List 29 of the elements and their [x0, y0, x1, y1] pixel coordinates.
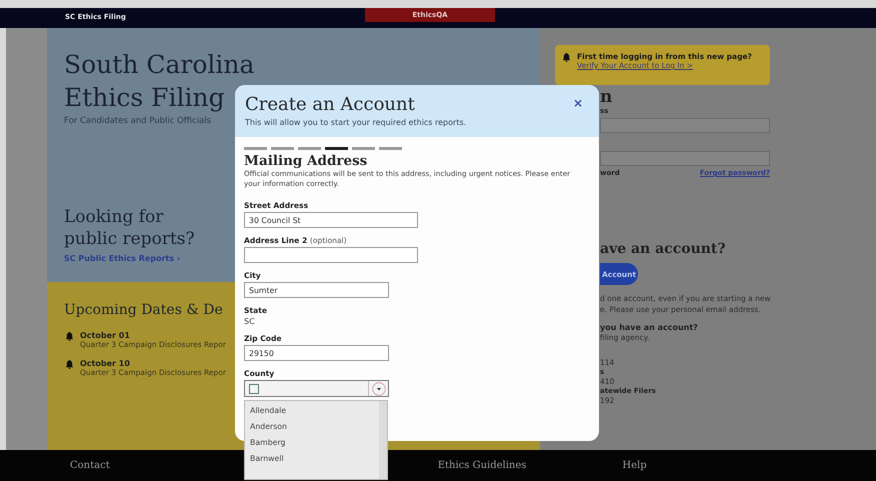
password-field[interactable]	[600, 151, 770, 166]
section-heading: public reports?	[64, 228, 195, 250]
bell-icon	[561, 52, 572, 63]
scrollbar[interactable]	[379, 401, 387, 479]
email-field[interactable]	[600, 118, 770, 133]
login-heading: n	[600, 87, 614, 107]
dialog-title: Create an Account	[245, 94, 415, 116]
footer-link[interactable]: Ethics Guidelines	[438, 460, 526, 471]
page-title: South Carolina	[64, 49, 254, 81]
footer-link[interactable]: Contact	[70, 460, 110, 471]
signup-heading: ave an account?	[600, 241, 727, 257]
signup-question: you have an account?	[600, 323, 699, 332]
field-value: SC	[244, 317, 255, 326]
caret-button[interactable]	[368, 381, 388, 396]
checkbox-icon	[249, 384, 259, 394]
county-dropdown[interactable]	[244, 380, 389, 397]
bell-icon	[64, 359, 75, 370]
page-title: Ethics Filing	[64, 82, 225, 114]
section-heading: Upcoming Dates & De	[64, 301, 223, 320]
deadline-date: October 10	[80, 359, 131, 368]
section-heading: Looking for	[64, 206, 164, 228]
dialog-subtitle: This will allow you to start your required ethics reports.	[245, 118, 466, 127]
footer-link[interactable]: Help	[622, 460, 647, 471]
deadline-date: October 01	[80, 331, 131, 340]
section-title: Mailing Address	[244, 153, 368, 169]
page-subtitle: For Candidates and Public Officials	[64, 116, 212, 126]
bell-icon	[64, 331, 75, 342]
text-field[interactable]	[244, 247, 418, 263]
close-button[interactable]: ×	[572, 97, 583, 109]
